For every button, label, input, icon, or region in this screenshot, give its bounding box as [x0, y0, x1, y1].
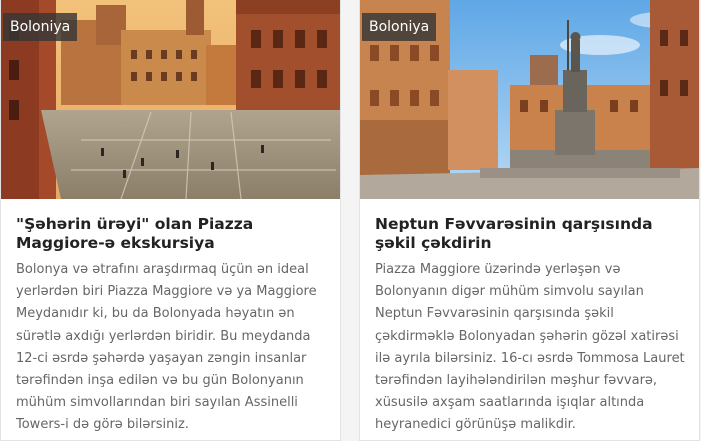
card-photo[interactable]: Boloniya: [1, 0, 340, 199]
location-badge: Boloniya: [3, 13, 78, 41]
card-body: "Şəhərin ürəyi" olan Piazza Maggiore-ə e…: [1, 199, 340, 437]
tour-card[interactable]: Boloniya Neptun Fəvvarəsinin qarşısında …: [359, 0, 700, 441]
location-badge: Boloniya: [362, 13, 437, 41]
card-description: Bolonya və ətrafını araşdırmaq üçün ən i…: [16, 262, 317, 433]
card-title[interactable]: Neptun Fəvvarəsinin qarşısında şəkil çək…: [375, 215, 685, 253]
card-grid: Boloniya "Şəhərin ürəyi" olan Piazza Mag…: [0, 0, 701, 441]
card-body: Neptun Fəvvarəsinin qarşısında şəkil çək…: [360, 199, 699, 437]
card-photo[interactable]: Boloniya: [360, 0, 699, 199]
tour-card[interactable]: Boloniya "Şəhərin ürəyi" olan Piazza Mag…: [0, 0, 341, 441]
card-description: Piazza Maggiore üzərində yerləşən və Bol…: [375, 262, 685, 433]
card-title[interactable]: "Şəhərin ürəyi" olan Piazza Maggiore-ə e…: [16, 215, 326, 253]
